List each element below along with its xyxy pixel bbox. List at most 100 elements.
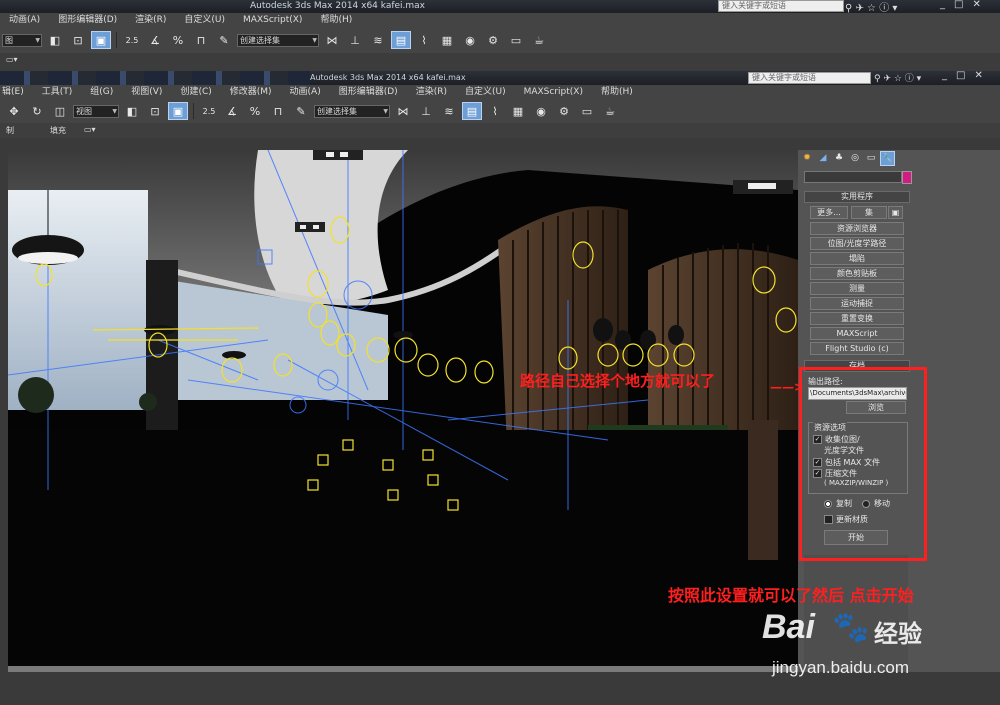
bg-select-filter-icon[interactable]: ◧ (45, 31, 65, 49)
spinner-snap-icon[interactable]: ⊓ (268, 102, 288, 120)
bg-render-setup-icon[interactable]: ⚙ (483, 31, 503, 49)
utility-motion-capture[interactable]: 运动捕捉 (810, 297, 904, 310)
menu-create[interactable]: 创建(C) (171, 85, 220, 99)
main-menubar: 辑(E) 工具(T) 组(G) 视图(V) 创建(C) 修改器(M) 动画(A)… (0, 85, 1000, 99)
sets-button[interactable]: 集 (851, 206, 887, 219)
name-field[interactable] (804, 171, 902, 183)
bg-align-icon[interactable]: ⊥ (345, 31, 365, 49)
bg-mirror-icon[interactable]: ⋈ (322, 31, 342, 49)
utility-reset-xform[interactable]: 重置变换 (810, 312, 904, 325)
utility-color-clipboard[interactable]: 颜色剪贴板 (810, 267, 904, 280)
menu-group[interactable]: 组(G) (81, 85, 122, 99)
window-left (8, 190, 148, 410)
background-help-icons[interactable]: ⚲ ✈ ☆ ⓘ ▾ (845, 0, 897, 14)
bg-material-editor-icon[interactable]: ◉ (460, 31, 480, 49)
menu-modifiers[interactable]: 修改器(M) (221, 85, 281, 99)
baidu-jingyan-watermark: Bai 🐾 经验 jingyan.baidu.com (762, 608, 992, 688)
bg-select-region-icon[interactable]: ▣ (91, 31, 111, 49)
menu-maxscript[interactable]: MAXScript(X) (515, 85, 592, 99)
bg-menu-maxscript[interactable]: MAXScript(X) (234, 13, 311, 27)
select-region-icon[interactable]: ▣ (168, 102, 188, 120)
scene-explorer-icon[interactable]: ▤ (462, 102, 482, 120)
menu-edit[interactable]: 辑(E) (0, 85, 33, 99)
background-title: Autodesk 3ds Max 2014 x64 kafei.max (250, 1, 426, 11)
reference-coordinate-combo[interactable]: 视图 (73, 104, 119, 118)
utility-flight-studio[interactable]: Flight Studio (c) (810, 342, 904, 355)
background-search-input[interactable]: 键入关键字或短语 (718, 0, 844, 12)
main-toolbar-separator (193, 103, 194, 119)
bg-schematic-icon[interactable]: ▦ (437, 31, 457, 49)
bg-menu-customize[interactable]: 自定义(U) (175, 13, 234, 27)
bg-layer-icon[interactable]: ≋ (368, 31, 388, 49)
edit-named-sets-icon[interactable]: ✎ (291, 102, 311, 120)
bg-view-combo[interactable]: 图 (2, 33, 42, 47)
bg-pivot-icon[interactable]: ⊡ (68, 31, 88, 49)
bg-percent-snap-icon[interactable]: % (168, 31, 188, 49)
layer-manager-icon[interactable]: ≋ (439, 102, 459, 120)
menu-rendering[interactable]: 渲染(R) (407, 85, 456, 99)
schematic-view-icon[interactable]: ▦ (508, 102, 528, 120)
menu-tools[interactable]: 工具(T) (33, 85, 82, 99)
align-icon[interactable]: ⊥ (416, 102, 436, 120)
bg-angle-snap-icon[interactable]: ∡ (145, 31, 165, 49)
select-move-icon[interactable]: ✥ (4, 102, 24, 120)
color-swatch[interactable] (902, 171, 912, 184)
bg-ribbon-toggle-icon[interactable]: ▭▾ (6, 55, 18, 64)
display-tab-icon[interactable]: ▭ (864, 151, 878, 165)
motion-tab-icon[interactable]: ◎ (848, 151, 862, 165)
menu-customize[interactable]: 自定义(U) (456, 85, 515, 99)
utilities-rollout-header[interactable]: 实用程序 (804, 191, 910, 203)
menu-views[interactable]: 视图(V) (122, 85, 171, 99)
mirror-icon[interactable]: ⋈ (393, 102, 413, 120)
bg-menu-animation[interactable]: 动画(A) (0, 13, 49, 27)
main-window-controls[interactable]: _□✕ (942, 70, 992, 81)
create-tab-icon[interactable]: ✹ (800, 151, 814, 165)
bg-curve-editor-icon[interactable]: ⌇ (414, 31, 434, 49)
ribbon-toggle-icon[interactable]: ▭▾ (84, 125, 96, 134)
selection-set-combo[interactable]: 创建选择集 (314, 104, 390, 118)
render-teapot-icon[interactable]: ☕ (600, 102, 620, 120)
utility-asset-browser[interactable]: 资源浏览器 (810, 222, 904, 235)
bg-selection-set-combo[interactable]: 创建选择集 (237, 33, 319, 47)
utility-collapse[interactable]: 塌陷 (810, 252, 904, 265)
bg-render-frame-icon[interactable]: ▭ (506, 31, 526, 49)
watermark-url: jingyan.baidu.com (772, 658, 910, 677)
bg-spinner-snap-icon[interactable]: ⊓ (191, 31, 211, 49)
menu-help[interactable]: 帮助(H) (592, 85, 642, 99)
main-search-input[interactable]: 键入关键字或短语 (748, 72, 871, 84)
ribbon-tab-populate[interactable]: 填充 (50, 125, 66, 136)
select-scale-icon[interactable]: ◫ (50, 102, 70, 120)
background-window-controls[interactable]: _□✕ (940, 0, 990, 10)
more-button[interactable]: 更多... (810, 206, 848, 219)
utility-measure[interactable]: 测量 (810, 282, 904, 295)
utility-maxscript[interactable]: MAXScript (810, 327, 904, 340)
menu-animation[interactable]: 动画(A) (281, 85, 330, 99)
snap-toggle-icon[interactable]: 2.5 (199, 102, 219, 120)
curve-editor-icon[interactable]: ⌇ (485, 102, 505, 120)
utility-bitmap-path[interactable]: 位图/光度学路径 (810, 237, 904, 250)
material-editor-icon[interactable]: ◉ (531, 102, 551, 120)
menu-graph-editors[interactable]: 图形编辑器(D) (330, 85, 407, 99)
angle-snap-icon[interactable]: ∡ (222, 102, 242, 120)
modify-tab-icon[interactable]: ◢ (816, 151, 830, 165)
bg-edit-named-sets-icon[interactable]: ✎ (214, 31, 234, 49)
configure-sets-icon[interactable]: ▣ (888, 206, 903, 219)
select-rotate-icon[interactable]: ↻ (27, 102, 47, 120)
bg-scene-explorer-icon[interactable]: ▤ (391, 31, 411, 49)
annotation-path-note: 路径自己选择个地方就可以了 (520, 372, 716, 390)
bg-menu-graph-editors[interactable]: 图形编辑器(D) (49, 13, 126, 27)
bg-menu-rendering[interactable]: 渲染(R) (126, 13, 175, 27)
hierarchy-tab-icon[interactable]: ♣ (832, 151, 846, 165)
bg-menu-help[interactable]: 帮助(H) (311, 13, 361, 27)
bg-render-teapot-icon[interactable]: ☕ (529, 31, 549, 49)
percent-snap-icon[interactable]: % (245, 102, 265, 120)
bg-snap-icon[interactable]: 2.5 (122, 31, 142, 49)
select-manipulate-icon[interactable]: ⊡ (145, 102, 165, 120)
main-help-icons[interactable]: ⚲ ✈ ☆ ⓘ ▾ (874, 71, 921, 84)
pivot-center-icon[interactable]: ◧ (122, 102, 142, 120)
ribbon-tab-modeling[interactable]: 制 (6, 125, 14, 136)
rendered-frame-icon[interactable]: ▭ (577, 102, 597, 120)
utilities-tab-icon[interactable]: 🔧 (880, 151, 895, 166)
render-setup-icon[interactable]: ⚙ (554, 102, 574, 120)
main-toolbar: ✥ ↻ ◫ 视图 ◧ ⊡ ▣ 2.5 ∡ % ⊓ ✎ 创建选择集 ⋈ ⊥ ≋ ▤… (0, 99, 1000, 124)
